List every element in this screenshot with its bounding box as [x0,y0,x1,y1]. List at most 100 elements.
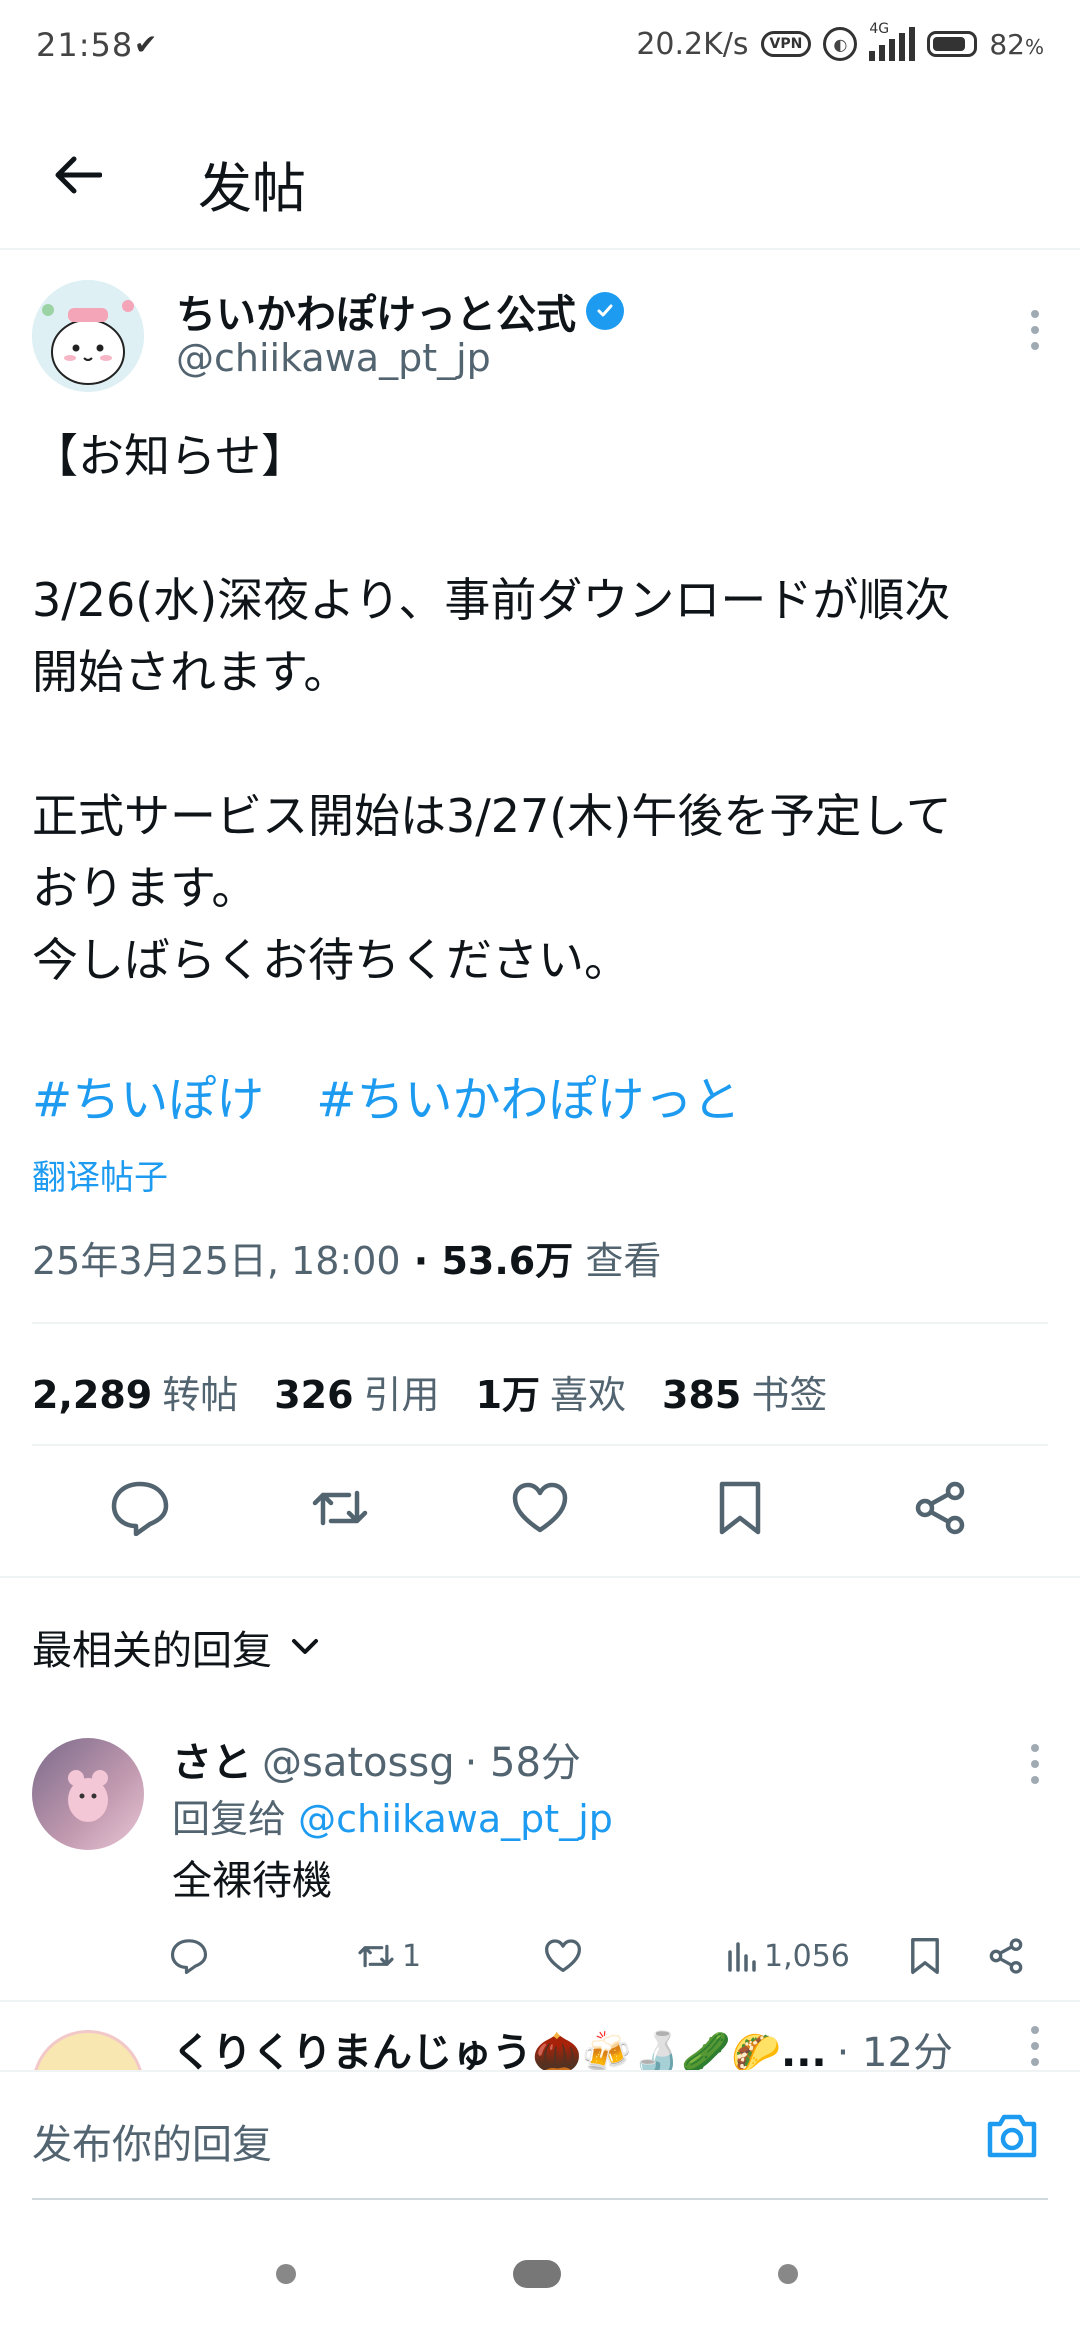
divider [32,1322,1048,1324]
reply-header: くりくりまんじゅう🌰🍻🍶🥒🌮... · 12分 [172,2020,953,2074]
share-icon [989,1938,1023,1974]
reply-sort-dropdown[interactable]: 最相关的回复 [32,1618,320,1676]
reply-header: さと @satossg · 58分 [172,1730,581,1788]
page-title: 发帖 [198,157,306,220]
bookmark-icon [911,1938,939,1974]
reply-share-button[interactable] [988,1938,1024,1974]
stat-retweets[interactable]: 2,289 转帖 [32,1364,238,1419]
post-line [32,492,1052,564]
hashtag-link[interactable]: #ちいかわぽけっと [316,1060,740,1130]
post-timestamp[interactable]: 25年3月25日, 18:00 [32,1239,401,1283]
camera-icon [987,2114,1037,2158]
translate-post-link[interactable]: 翻译帖子 [32,1150,168,1199]
post-actions [0,1442,1080,1574]
reply-author-handle[interactable]: @satossg [262,1740,455,1786]
heart-icon [545,1939,581,1973]
reply-retweet-button[interactable]: 1 [356,1939,421,1974]
heart-icon [512,1482,568,1533]
battery-fill [933,37,965,51]
hashtag-link[interactable]: #ちいぽけ [32,1060,264,1130]
replying-to: 回复给 @chiikawa_pt_jp [172,1788,613,1843]
nav-home-button[interactable] [513,2260,561,2288]
more-options-icon[interactable] [1030,2026,1040,2066]
verified-badge-icon [586,292,624,330]
more-options-icon[interactable] [1030,1744,1040,1784]
battery-icon [927,31,978,57]
network-type: 4G [869,21,890,37]
data-saver-icon: ◐ [823,27,858,61]
author-name[interactable]: ちいかわぽけっと公式 [176,282,624,340]
section-divider [0,2000,1080,2002]
reply-author-name[interactable]: くりくりまんじゅう🌰🍻🍶🥒🌮... [172,2020,827,2074]
comment-icon [111,1481,169,1536]
reply-sort-label: 最相关的回复 [32,1628,272,1674]
retweet-icon [358,1944,394,1968]
replying-to-handle[interactable]: @chiikawa_pt_jp [298,1797,613,1841]
replying-to-prefix: 回复给 [172,1797,299,1841]
reply-like-button[interactable] [544,1939,582,1973]
chevron-down-icon [292,1639,318,1654]
reply-text: 全裸待機 [172,1858,332,1904]
reply-author-name[interactable]: さと [172,1730,252,1788]
meta-separator: · [400,1239,442,1283]
comment-icon [170,1939,208,1974]
status-right: 20.2K/s VPN ◐ 4G 82% [636,21,1044,64]
reply-avatar[interactable] [32,2030,144,2074]
signal-icon: 4G [869,21,916,61]
views-count: 53.6万 [441,1239,574,1283]
reply-time: · 12分 [836,2030,953,2074]
reply-input[interactable]: 发布你的回复 [32,2112,272,2170]
reply-actions: 1 1,056 [170,1926,1040,1986]
stat-quotes[interactable]: 326 引用 [274,1364,439,1419]
status-bar: 21:58 ✔ 20.2K/s VPN ◐ 4G 82% [0,0,1080,90]
post-line: 【お知らせ】 [32,429,308,483]
net-speed: 20.2K/s [636,26,749,62]
status-time: 21:58 [36,26,134,64]
section-divider [0,1576,1080,1578]
views-label: 查看 [573,1239,662,1283]
hashtags: #ちいぽけ #ちいかわぽけっと [32,1060,740,1130]
post-line: 3/26(水)深夜より、事前ダウンロードが順次 開始されます。 [32,573,951,699]
reply-views[interactable]: 1,056 [726,1939,850,1974]
share-icon [915,1481,965,1535]
post-meta: 25年3月25日, 18:00 · 53.6万 查看 [32,1230,661,1285]
reply-bookmark-button[interactable] [910,1937,940,1975]
post-body: 【お知らせ】 3/26(水)深夜より、事前ダウンロードが順次 開始されます。 正… [32,420,1052,996]
app-bar: 发帖 [0,120,1080,250]
reply-time: · 58分 [464,1740,581,1786]
reply-retweet-count: 1 [402,1938,422,1974]
reply-composer: 发布你的回复 [0,2070,1080,2200]
battery-percent: 82% [989,28,1044,61]
reply-button[interactable] [100,1468,180,1548]
battery-unit: % [1024,34,1044,59]
reply-reply-button[interactable] [170,1938,208,1974]
camera-button[interactable] [984,2108,1040,2164]
chiikawa-avatar-image [32,280,144,392]
reply-item[interactable]: くりくりまんじゅう🌰🍻🍶🥒🌮... · 12分 [0,2020,1080,2074]
vpn-icon: VPN [760,31,812,57]
arrow-left-icon [55,156,102,194]
share-button[interactable] [900,1468,980,1548]
back-button[interactable] [42,140,112,210]
reply-avatar[interactable] [32,1738,144,1850]
check-mark-icon: ✔ [134,28,158,61]
bookmark-icon [719,1481,761,1535]
stat-bookmarks[interactable]: 385 书签 [662,1364,827,1419]
stat-likes[interactable]: 1万 喜欢 [476,1364,626,1419]
post-line [32,708,1052,780]
retweet-button[interactable] [300,1468,380,1548]
nav-back-button[interactable] [276,2264,296,2284]
retweet-icon [312,1490,368,1526]
more-options-icon[interactable] [1030,310,1040,350]
author-name-text: ちいかわぽけっと公式 [176,292,576,338]
nav-recents-button[interactable] [778,2264,798,2284]
bookmark-button[interactable] [700,1468,780,1548]
author-handle[interactable]: @chiikawa_pt_jp [176,336,491,380]
reply-views-count: 1,056 [764,1938,850,1974]
views-chart-icon [728,1942,756,1972]
author-avatar[interactable] [32,280,144,392]
like-button[interactable] [500,1468,580,1548]
system-nav-bar [0,2200,1080,2340]
reply-avatar-image [68,1770,108,1822]
reply-item[interactable]: さと @satossg · 58分 回复给 @chiikawa_pt_jp 全裸… [0,1730,1080,2000]
